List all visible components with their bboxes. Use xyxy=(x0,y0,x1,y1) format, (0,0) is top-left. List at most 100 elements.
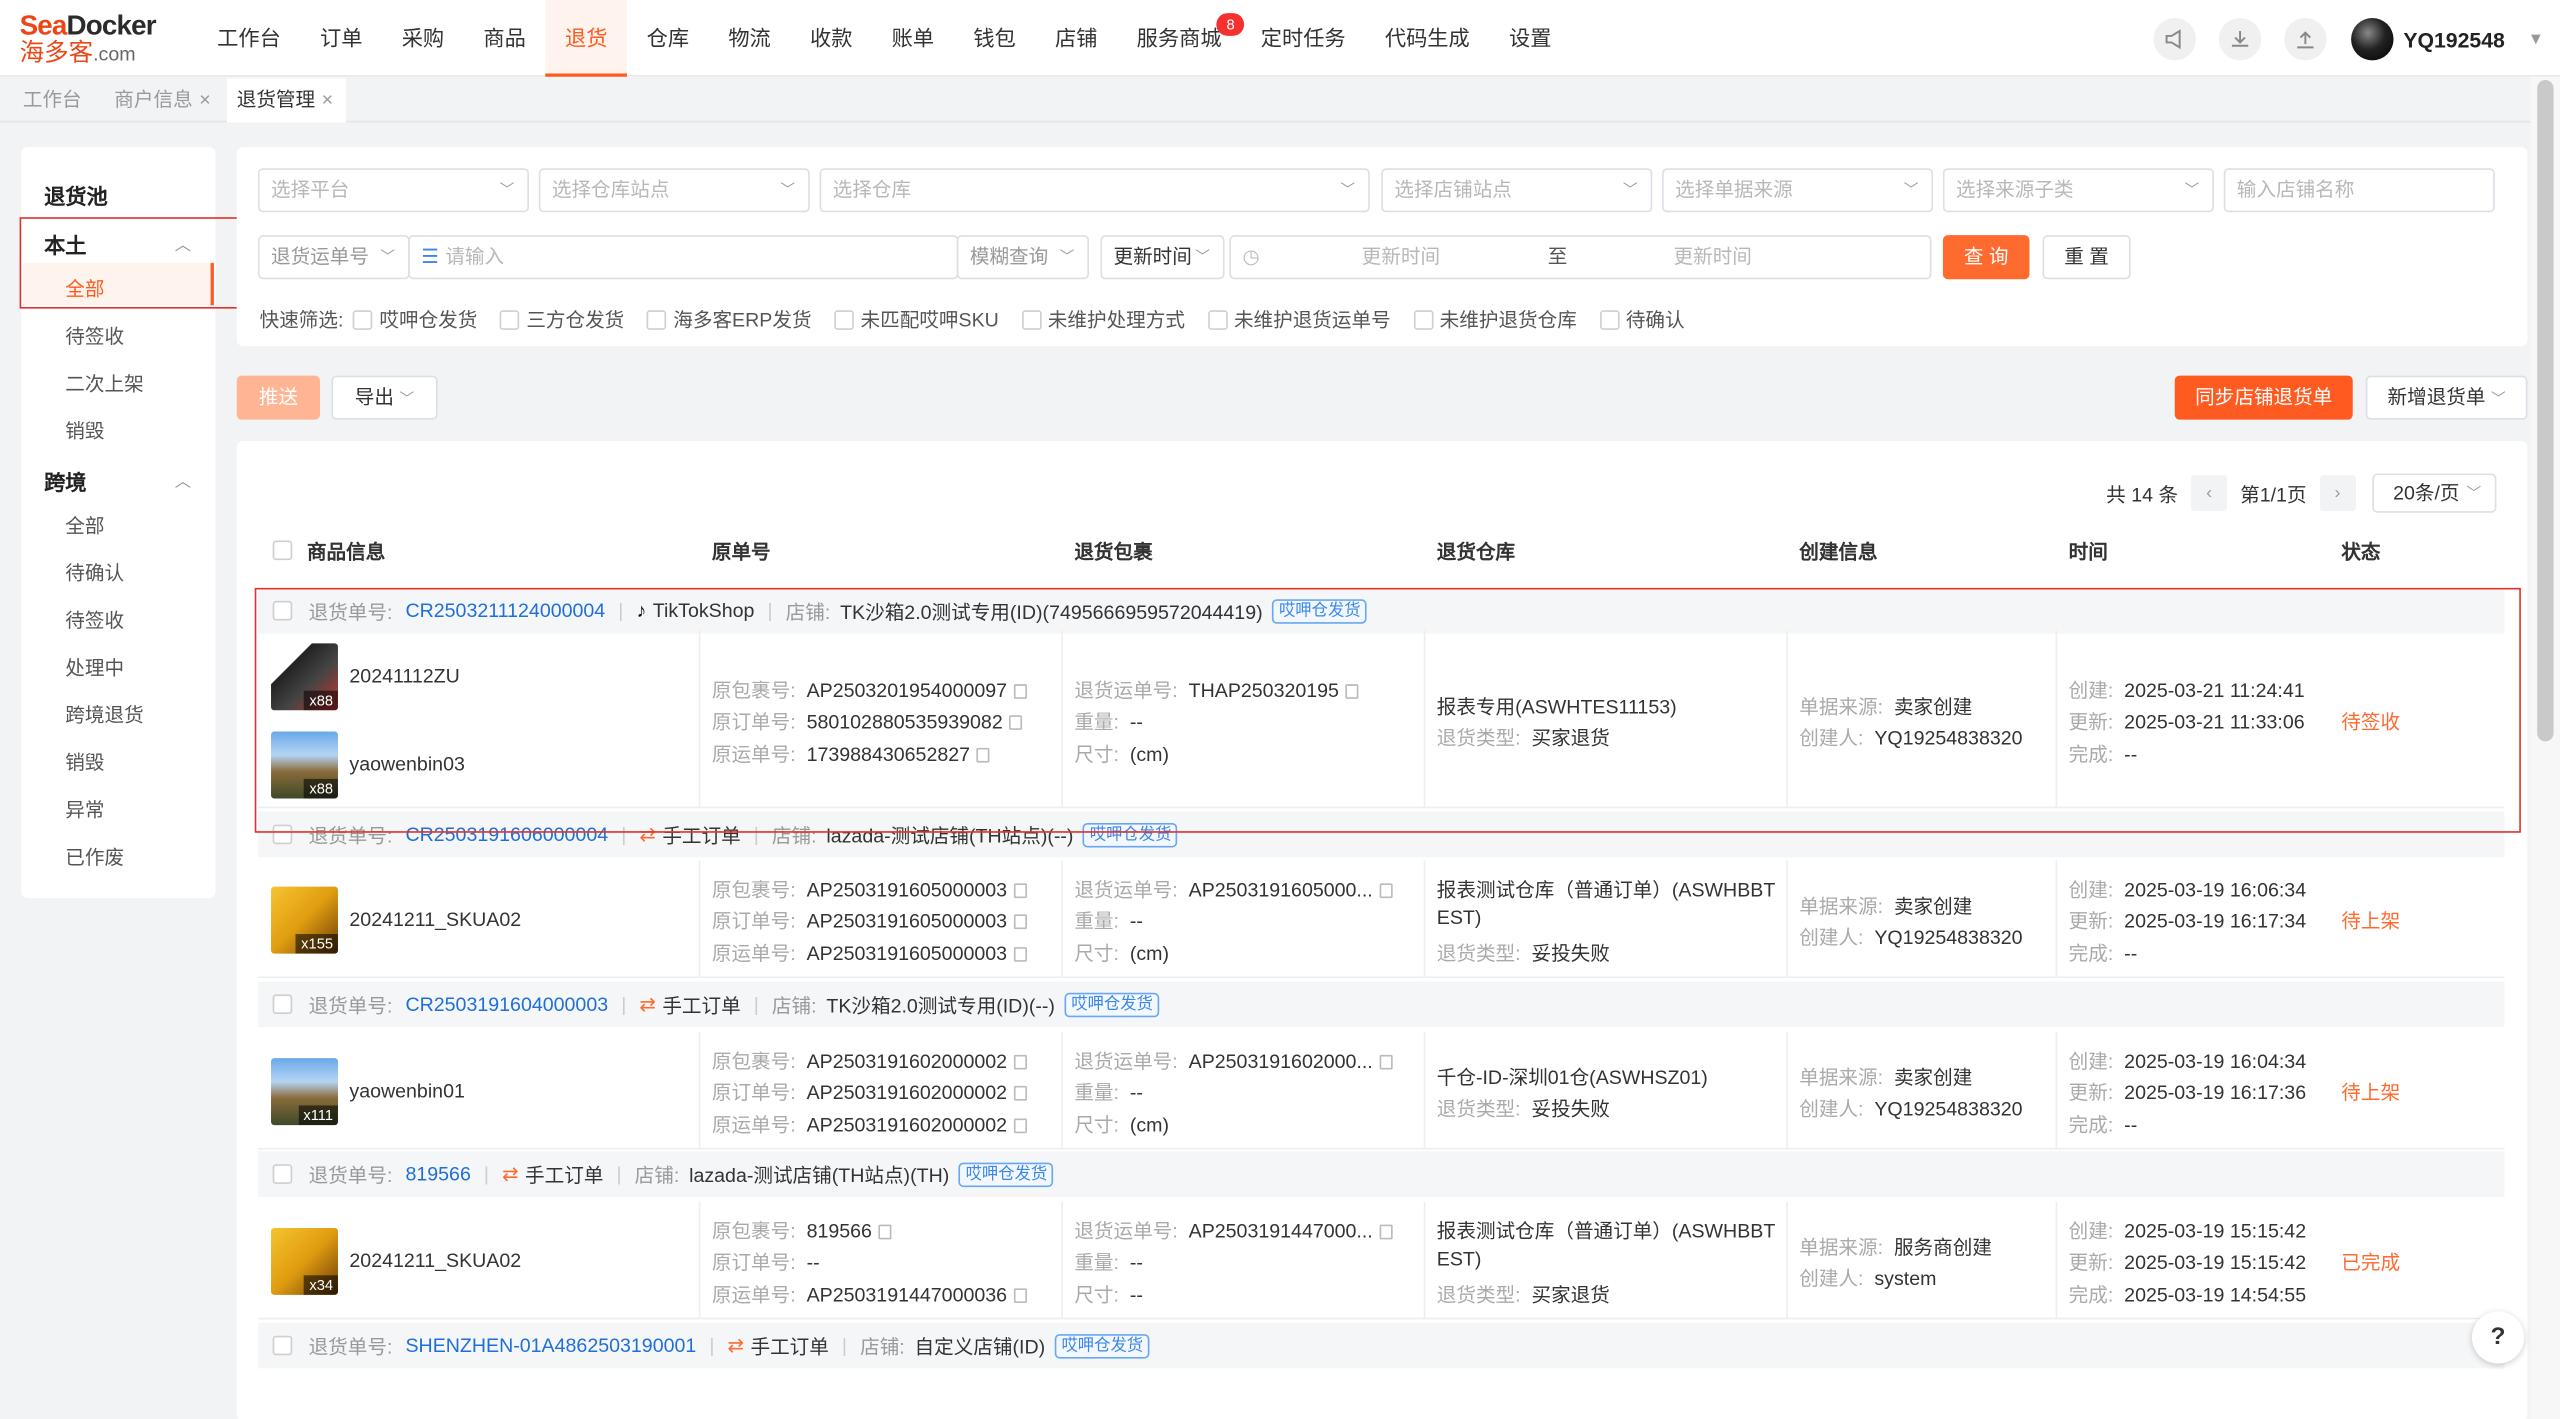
quick-filter-option[interactable]: 未匹配哎呷SKU xyxy=(834,305,999,333)
sidebar-item[interactable]: 跨境退货 xyxy=(65,701,143,729)
sidebar-item[interactable]: 全部 xyxy=(65,511,104,539)
scrollbar-thumb[interactable] xyxy=(2537,80,2554,742)
sidebar-group-cross[interactable]: 跨境 xyxy=(44,465,86,496)
new-return-button[interactable]: 新增退货单 ﹀ xyxy=(2365,375,2528,420)
prev-page-button[interactable]: ‹ xyxy=(2191,475,2228,512)
quick-filter-option[interactable]: 未维护退货仓库 xyxy=(1413,305,1577,333)
match-mode-select[interactable]: 模糊查询 ﹀ xyxy=(956,235,1090,280)
checkbox[interactable] xyxy=(834,309,855,330)
row-checkbox[interactable] xyxy=(272,994,293,1015)
copy-icon[interactable] xyxy=(1013,1288,1027,1304)
row-checkbox[interactable] xyxy=(272,1164,293,1184)
return-no-link[interactable]: 819566 xyxy=(405,1163,470,1186)
product-image[interactable]: x34 xyxy=(271,1227,338,1295)
warehouse-select[interactable]: 选择仓库 ﹀ xyxy=(819,168,1370,213)
copy-icon[interactable] xyxy=(1379,1054,1393,1070)
nav-item[interactable]: 代码生成 xyxy=(1365,0,1489,77)
nav-item[interactable]: 工作台 xyxy=(198,0,301,77)
warehouse-site-select[interactable]: 选择仓库站点 ﹀ xyxy=(538,168,810,213)
sync-shop-returns-button[interactable]: 同步店铺退货单 xyxy=(2174,375,2353,420)
product-image[interactable]: x155 xyxy=(271,886,338,954)
help-button[interactable]: ? xyxy=(2471,1311,2525,1364)
copy-icon[interactable] xyxy=(1013,1085,1027,1101)
shop-name-input[interactable]: 输入店铺名称 xyxy=(2223,168,2495,213)
sidebar-item[interactable]: 已作废 xyxy=(65,843,124,871)
announcement-icon[interactable] xyxy=(2153,17,2196,61)
checkbox[interactable] xyxy=(353,309,373,330)
nav-item[interactable]: 仓库 xyxy=(627,0,709,77)
quick-filter-option[interactable]: 待确认 xyxy=(1599,305,1685,333)
nav-item[interactable]: 收款 xyxy=(790,0,872,77)
sidebar-item[interactable]: 二次上架 xyxy=(65,369,143,397)
copy-icon[interactable] xyxy=(1013,1054,1027,1070)
nav-item[interactable]: 物流 xyxy=(709,0,791,77)
close-icon[interactable]: × xyxy=(322,88,333,111)
checkbox[interactable] xyxy=(647,309,667,330)
select-all-checkbox[interactable] xyxy=(272,537,299,560)
copy-icon[interactable] xyxy=(1013,947,1027,962)
nav-item[interactable]: 账单 xyxy=(872,0,954,77)
nav-item[interactable]: 定时任务 xyxy=(1241,0,1365,77)
quick-filter-option[interactable]: 海多客ERP发货 xyxy=(647,305,812,333)
chevron-up-icon[interactable]: ︿ xyxy=(175,467,191,492)
tab-merchant-info[interactable]: 商户信息 × xyxy=(104,78,223,122)
vertical-scrollbar[interactable] xyxy=(2530,76,2560,1419)
sidebar-item[interactable]: 待确认 xyxy=(65,558,124,586)
return-no-link[interactable]: SHENZHEN-01A4862503190001 xyxy=(405,1334,696,1357)
checkbox[interactable] xyxy=(1207,309,1228,330)
copy-icon[interactable] xyxy=(878,1224,892,1240)
checkbox[interactable] xyxy=(1021,309,1042,330)
nav-item[interactable]: 商品 xyxy=(464,0,546,77)
user-menu[interactable]: YQ192548 ▼ xyxy=(2351,17,2544,61)
quick-filter-option[interactable]: 未维护处理方式 xyxy=(1021,305,1185,333)
close-icon[interactable]: × xyxy=(199,88,210,111)
push-button[interactable]: 推送 xyxy=(236,375,321,420)
copy-icon[interactable] xyxy=(1013,883,1027,899)
copy-icon[interactable] xyxy=(1013,1118,1027,1134)
sidebar-item[interactable]: 销毁 xyxy=(65,748,104,776)
copy-icon[interactable] xyxy=(1379,1224,1393,1240)
reset-button[interactable]: 重 置 xyxy=(2042,235,2131,280)
return-no-link[interactable]: CR2503191604000003 xyxy=(405,993,608,1016)
source-select[interactable]: 选择单据来源 ﹀ xyxy=(1662,168,1934,213)
search-input[interactable]: ☰ 请输入 xyxy=(408,235,959,280)
sidebar-item[interactable]: 异常 xyxy=(65,795,104,823)
sidebar-item[interactable]: 处理中 xyxy=(65,653,124,681)
next-page-button[interactable]: › xyxy=(2319,475,2356,512)
copy-icon[interactable] xyxy=(1379,883,1393,899)
sidebar-item[interactable]: 待签收 xyxy=(65,606,124,634)
download-icon[interactable] xyxy=(2218,17,2262,61)
tab-return-management[interactable]: 退货管理 × xyxy=(226,78,347,123)
shop-site-select[interactable]: 选择店铺站点 ﹀ xyxy=(1381,168,1653,213)
sidebar-item[interactable]: 销毁 xyxy=(65,416,104,444)
nav-item[interactable]: 退货 xyxy=(545,0,628,77)
checkbox[interactable] xyxy=(1413,309,1434,330)
page-size-select[interactable]: 20条/页 ﹀ xyxy=(2371,473,2496,513)
nav-item[interactable]: 设置 xyxy=(1489,0,1571,77)
copy-icon[interactable] xyxy=(1013,914,1027,930)
time-range-picker[interactable]: ◷ 更新时间 至 更新时间 xyxy=(1229,235,1932,280)
product-image[interactable]: x111 xyxy=(271,1058,338,1126)
return-no-type-select[interactable]: 退货运单号 ﹀ xyxy=(257,235,410,280)
upload-icon[interactable] xyxy=(2284,17,2327,61)
nav-item[interactable]: 店铺 xyxy=(1035,0,1117,77)
time-type-select[interactable]: 更新时间 ﹀ xyxy=(1100,235,1225,280)
nav-item[interactable]: 服务商城 8 xyxy=(1117,0,1245,77)
nav-item[interactable]: 订单 xyxy=(300,0,382,77)
row-checkbox[interactable] xyxy=(272,1335,293,1356)
export-button[interactable]: 导出 ﹀ xyxy=(331,375,438,420)
quick-filter-option[interactable]: 未维护退货运单号 xyxy=(1207,305,1391,333)
quick-filter-option[interactable]: 三方仓发货 xyxy=(500,305,624,333)
nav-item[interactable]: 采购 xyxy=(382,0,464,77)
source-sub-select[interactable]: 选择来源子类 ﹀ xyxy=(1942,168,2214,213)
tab-workbench[interactable]: 工作台 xyxy=(13,78,95,122)
sidebar-item[interactable]: 待签收 xyxy=(65,322,124,350)
platform-select[interactable]: 选择平台 ﹀ xyxy=(257,168,529,213)
logo[interactable]: SeaDocker 海多客.com xyxy=(20,11,183,70)
quick-filter-option[interactable]: 哎呷仓发货 xyxy=(353,305,477,333)
nav-item[interactable]: 钱包 xyxy=(954,0,1036,77)
query-button[interactable]: 查 询 xyxy=(1942,235,2030,280)
checkbox[interactable] xyxy=(500,309,520,330)
orig-order-no: 原订单号: AP2503191602000002 xyxy=(712,1078,1027,1106)
checkbox[interactable] xyxy=(1599,309,1620,330)
